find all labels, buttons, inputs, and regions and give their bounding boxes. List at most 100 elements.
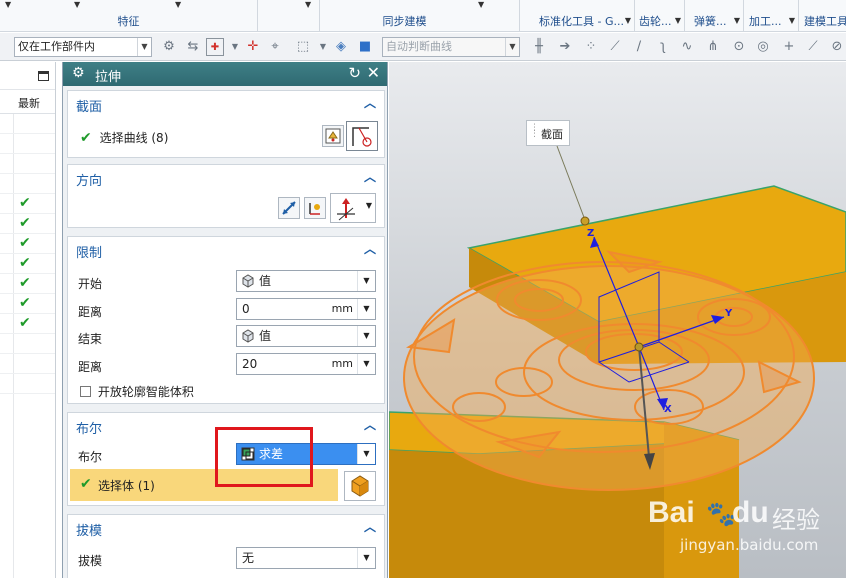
chevron-down-icon: ▼: [505, 38, 519, 56]
sketch-section-button[interactable]: [322, 125, 344, 147]
ribbon-group-springs[interactable]: 弹簧... ▼: [690, 0, 744, 32]
unit-label: mm: [331, 357, 353, 370]
collapse-icon[interactable]: ︿: [364, 94, 376, 111]
vector-dialog-button[interactable]: [304, 197, 326, 219]
end-type-value: 值: [259, 329, 272, 343]
list-item[interactable]: [0, 354, 55, 374]
list-item[interactable]: ✔: [0, 234, 55, 254]
list-item[interactable]: [0, 134, 55, 154]
arc-center-icon[interactable]: ⌖: [266, 38, 284, 56]
list-item[interactable]: [0, 174, 55, 194]
start-type-select[interactable]: 值 ▼: [236, 270, 376, 292]
draft-group-header[interactable]: 拔模 ︿: [68, 515, 384, 539]
maximize-icon[interactable]: [38, 71, 49, 81]
line-icon[interactable]: ⟋: [804, 38, 822, 56]
extrude-preview-body: [403, 265, 815, 491]
spline-icon[interactable]: ∿: [678, 38, 696, 56]
tangent-curves-icon[interactable]: ╫: [530, 38, 548, 56]
ribbon-group-modeling-tools[interactable]: 建模工具...: [800, 0, 846, 32]
circle-center-icon[interactable]: ⊙: [730, 38, 748, 56]
list-item[interactable]: ✔: [0, 274, 55, 294]
list-item[interactable]: ✔: [0, 294, 55, 314]
part-navigator: 最新 ✔ ✔ ✔ ✔ ✔ ✔ ✔: [0, 62, 56, 578]
chevron-down-icon[interactable]: ▼: [314, 38, 332, 56]
arrow-right-icon[interactable]: ➔: [556, 38, 574, 56]
open-profile-checkbox[interactable]: [80, 386, 91, 397]
unit-label: mm: [331, 302, 353, 315]
snap-arrow-icon[interactable]: ⇆: [184, 38, 202, 56]
reverse-direction-button[interactable]: [278, 197, 300, 219]
list-item[interactable]: [0, 334, 55, 354]
select-body-label: 选择体 (1): [98, 479, 155, 493]
chevron-down-icon[interactable]: ▼: [357, 299, 375, 319]
chevron-down-icon[interactable]: ▼: [74, 0, 80, 9]
line-icon[interactable]: ⟋: [606, 38, 624, 56]
snap-point-icon[interactable]: ✚: [206, 38, 224, 56]
intersection-point-icon[interactable]: ✛: [244, 38, 262, 56]
limits-group-header[interactable]: 限制 ︿: [68, 237, 384, 261]
reset-icon[interactable]: ↻: [348, 64, 361, 82]
chevron-down-icon[interactable]: ▼: [625, 16, 631, 25]
ribbon-group-gears[interactable]: 齿轮... ▼: [635, 0, 685, 32]
plus-icon[interactable]: +: [780, 38, 798, 56]
curve-rule-dropdown[interactable]: 自动判断曲线 ▼: [382, 37, 520, 57]
chevron-down-icon[interactable]: ▼: [305, 0, 311, 9]
chevron-down-icon[interactable]: ▼: [175, 0, 181, 9]
start-distance-input[interactable]: 0 mm ▼: [236, 298, 376, 320]
collapse-icon[interactable]: ︿: [364, 240, 376, 257]
end-distance-input[interactable]: 20 mm ▼: [236, 353, 376, 375]
ribbon-group-features[interactable]: ▼ ▼ ▼ 特征: [0, 0, 258, 32]
selection-filter-dropdown[interactable]: 仅在工作部件内 ▼: [14, 37, 152, 57]
ribbon-group-machining[interactable]: 加工... ▼: [745, 0, 799, 32]
cube-select-icon[interactable]: ◈: [332, 38, 350, 56]
inferred-vector-dropdown[interactable]: ▼: [330, 193, 376, 223]
solid-body-icon[interactable]: ■: [356, 38, 374, 56]
list-item[interactable]: [0, 374, 55, 394]
origin-handle: [634, 342, 644, 352]
select-feature-icon[interactable]: ⚙: [160, 38, 178, 56]
chevron-down-icon[interactable]: ▼: [675, 16, 681, 25]
chevron-down-icon[interactable]: ▼: [357, 354, 375, 374]
chevron-down-icon[interactable]: ▼: [478, 0, 484, 9]
select-curve-row[interactable]: ✔ 选择曲线 (8): [80, 129, 168, 146]
list-item[interactable]: ✔: [0, 194, 55, 214]
chevron-down-icon: ▼: [137, 38, 151, 56]
list-item[interactable]: [0, 154, 55, 174]
list-item[interactable]: ✔: [0, 214, 55, 234]
chevron-down-icon[interactable]: ▼: [5, 0, 11, 9]
chevron-down-icon[interactable]: ▼: [789, 16, 795, 25]
collapse-icon[interactable]: ︿: [364, 518, 376, 535]
list-item[interactable]: [0, 114, 55, 134]
node-points-icon[interactable]: ⁘: [582, 38, 600, 56]
rectangle-select-icon[interactable]: ⬚: [294, 38, 312, 56]
draft-label: 拔模: [78, 554, 103, 568]
navigator-column-header[interactable]: 最新: [0, 90, 55, 114]
section-callout[interactable]: ⋮ ⋮ 截面: [526, 120, 570, 146]
list-item[interactable]: ✔: [0, 254, 55, 274]
curve-select-button[interactable]: [346, 121, 378, 151]
collapse-icon[interactable]: ︿: [364, 416, 376, 433]
end-type-select[interactable]: 值 ▼: [236, 325, 376, 347]
ribbon-group-sync-modeling[interactable]: ▼ 同步建模: [320, 0, 520, 32]
line-icon[interactable]: ∕: [630, 38, 648, 56]
open-profile-checkbox-row[interactable]: 开放轮廓智能体积: [80, 383, 194, 400]
draft-type-select[interactable]: 无 ▼: [236, 547, 376, 569]
drag-handle-icon[interactable]: ⋮ ⋮: [530, 124, 539, 139]
chevron-down-icon[interactable]: ▼: [734, 16, 740, 25]
dialog-title-bar[interactable]: ⚙ 拉伸 ↻ ✕: [63, 62, 387, 86]
no-snap-icon[interactable]: ⊘: [828, 38, 846, 56]
curve-icon[interactable]: ʅ: [654, 38, 672, 56]
close-icon[interactable]: ✕: [367, 63, 380, 82]
section-group-header[interactable]: 截面 ︿: [68, 91, 384, 115]
chevron-down-icon: ▼: [357, 444, 375, 464]
quadrant-point-icon[interactable]: ◎: [754, 38, 772, 56]
select-body-button[interactable]: [344, 471, 376, 501]
collapse-icon[interactable]: ︿: [364, 168, 376, 185]
ribbon-group-standard-tools[interactable]: 标准化工具 - G... ▼: [535, 0, 635, 32]
chevron-down-icon[interactable]: ▼: [226, 38, 244, 56]
start-label: 开始: [78, 277, 103, 291]
direction-group-header[interactable]: 方向 ︿: [68, 165, 384, 189]
list-item[interactable]: ✔: [0, 314, 55, 334]
ribbon-group-label: 建模工具...: [804, 15, 846, 28]
intersect-icon[interactable]: ⋔: [704, 38, 722, 56]
